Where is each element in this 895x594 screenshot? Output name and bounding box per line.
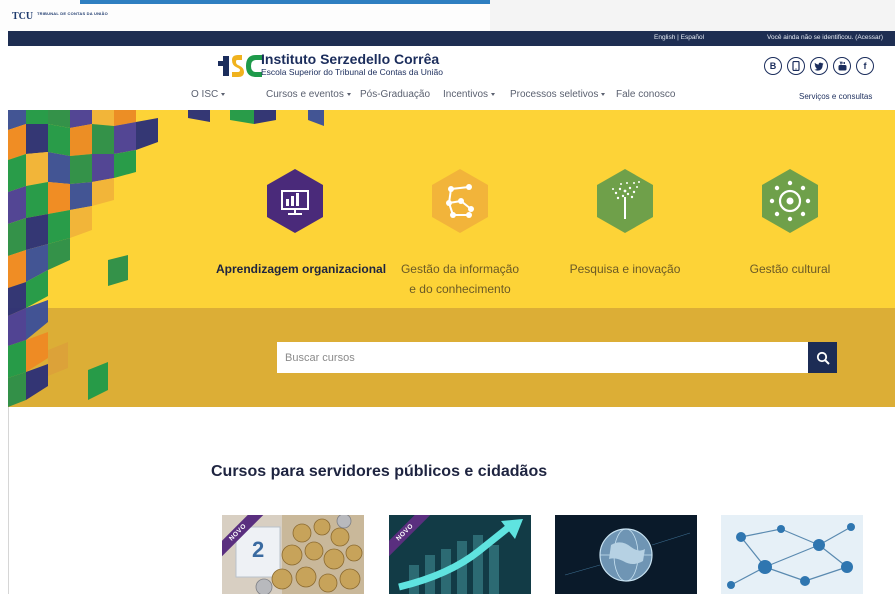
search-courses-input[interactable] — [277, 342, 809, 373]
tcu-org-name: TRIBUNAL DE CONTAS DA UNIÃO — [37, 11, 108, 16]
course-card-4[interactable] — [721, 515, 863, 594]
isc-logo[interactable] — [218, 52, 266, 78]
tcu-gray-area — [490, 0, 895, 31]
nav-item-processos-seletivos[interactable]: Processos seletivos — [510, 89, 606, 100]
svg-text:TCU: TCU — [12, 11, 33, 21]
page-edge-divider — [8, 407, 9, 594]
area-label-aprendizagem[interactable]: Aprendizagem organizacional — [216, 259, 386, 279]
facebook-icon[interactable]: f — [856, 57, 874, 75]
tcu-logo[interactable]: TCU — [12, 9, 34, 21]
nav-item-label: Incentivos — [443, 89, 489, 100]
mobile-icon[interactable] — [787, 57, 805, 75]
digital-globe-image — [555, 515, 697, 594]
chevron-down-icon — [491, 92, 496, 96]
language-links[interactable]: English | Español — [654, 34, 704, 41]
nav-item-o-isc[interactable]: O ISC — [191, 89, 226, 100]
area-label-pesquisa[interactable]: Pesquisa e inovação — [545, 259, 705, 279]
network-connections-image — [721, 515, 863, 594]
computer-chart-icon[interactable] — [264, 167, 326, 235]
page: TCU TRIBUNAL DE CONTAS DA UNIÃO English … — [0, 0, 895, 594]
nav-item-incentivos[interactable]: Incentivos — [443, 89, 496, 100]
site-header: Instituto Serzedello Corrêa Escola Super… — [8, 46, 895, 110]
nav-item-label: Fale conosco — [616, 89, 676, 100]
login-link[interactable]: Você ainda não se identificou. (Acessar) — [767, 34, 883, 41]
nav-item-label: Pós-Graduação — [360, 89, 431, 100]
services-link[interactable]: Serviços e consultas — [799, 92, 872, 101]
brand-title[interactable]: Instituto Serzedello Corrêa — [261, 51, 439, 67]
hero-banner: Aprendizagem organizacional Gestão da in… — [8, 110, 895, 407]
language-bar: English | Español Você ainda não se iden… — [8, 31, 895, 46]
search-icon — [816, 351, 830, 365]
chevron-down-icon — [221, 92, 226, 96]
nav-item-label: Cursos e eventos — [266, 89, 344, 100]
network-nodes-icon[interactable] — [429, 167, 491, 235]
course-card-3[interactable] — [555, 515, 697, 594]
nav-item-pos-graduacao[interactable]: Pós-Graduação — [360, 89, 430, 100]
chevron-down-icon — [601, 92, 606, 96]
circle-dots-icon[interactable] — [759, 167, 821, 235]
area-label-gestao-informacao-1[interactable]: Gestão da informação — [380, 259, 540, 279]
course-card-2[interactable]: NOVO — [389, 515, 531, 594]
twitter-icon[interactable] — [810, 57, 828, 75]
tcu-accent-bar — [80, 0, 490, 4]
tcu-top-strip: TCU TRIBUNAL DE CONTAS DA UNIÃO — [0, 0, 895, 31]
section-title: Cursos para servidores públicos e cidadã… — [211, 463, 548, 480]
nav-item-label: O ISC — [191, 89, 219, 100]
area-label-gestao-informacao-2[interactable]: e do conhecimento — [380, 279, 540, 299]
brand-subtitle: Escola Superior do Tribunal de Contas da… — [261, 67, 443, 77]
nav-item-fale-conosco[interactable]: Fale conosco — [616, 89, 675, 100]
svg-text:2: 2 — [252, 537, 264, 562]
chevron-down-icon — [346, 92, 351, 96]
nav-item-label: Processos seletivos — [510, 89, 599, 100]
dandelion-icon[interactable] — [594, 167, 656, 235]
search-button[interactable] — [808, 342, 837, 373]
course-card-1[interactable]: 2 NOVO — [222, 515, 364, 594]
youtube-icon[interactable] — [833, 57, 851, 75]
blog-icon[interactable]: B — [764, 57, 782, 75]
nav-item-cursos-e-eventos[interactable]: Cursos e eventos — [266, 89, 351, 100]
area-label-gestao-cultural[interactable]: Gestão cultural — [710, 259, 870, 279]
